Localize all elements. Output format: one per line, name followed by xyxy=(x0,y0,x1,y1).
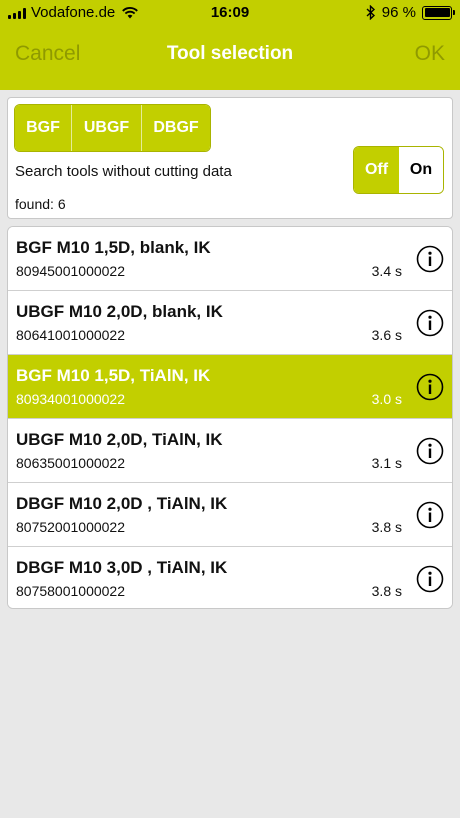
navigation-bar: Cancel Tool selection OK xyxy=(0,36,460,72)
segment-bgf[interactable]: BGF xyxy=(15,105,72,151)
toggle-off-option[interactable]: Off xyxy=(354,147,399,193)
tool-row[interactable]: UBGF M10 2,0D, blank, IK 80641001000022 3.… xyxy=(8,291,452,355)
ok-button[interactable]: OK xyxy=(415,42,445,66)
info-icon[interactable] xyxy=(416,501,444,529)
tool-article-number: 80758001000022 xyxy=(16,583,126,599)
tool-name: DBGF M10 3,0D , TiAlN, IK xyxy=(16,558,228,577)
tool-name: UBGF M10 2,0D, blank, IK xyxy=(16,302,223,321)
segment-dbgf[interactable]: DBGF xyxy=(142,105,210,151)
tool-time: 3.4 s xyxy=(371,263,402,279)
tool-row[interactable]: BGF M10 1,5D, blank, IK 80945001000022 3.4… xyxy=(8,227,452,291)
segment-ubgf[interactable]: UBGF xyxy=(72,105,142,151)
tool-article-number: 80635001000022 xyxy=(16,455,126,471)
tool-type-segmented-control: BGF UBGF DBGF xyxy=(14,104,211,152)
status-bar: Vodafone.de 16:09 96 % xyxy=(0,0,460,26)
toggle-on-option[interactable]: On xyxy=(399,147,443,193)
tool-time: 3.6 s xyxy=(371,327,402,343)
tool-time: 3.8 s xyxy=(371,519,402,535)
tool-row[interactable]: BGF M10 1,5D, TiAlN, IK 80934001000022 3.0… xyxy=(8,355,452,419)
info-icon[interactable] xyxy=(416,245,444,273)
battery-icon xyxy=(422,5,455,20)
info-icon[interactable] xyxy=(416,437,444,465)
tool-time: 3.0 s xyxy=(371,391,402,407)
found-count: found: 6 xyxy=(15,196,66,212)
tool-list: BGF M10 1,5D, blank, IK 80945001000022 3.4… xyxy=(7,226,453,609)
tool-time: 3.1 s xyxy=(371,455,402,471)
cancel-button[interactable]: Cancel xyxy=(15,42,80,66)
tool-article-number: 80641001000022 xyxy=(16,327,126,343)
tool-name: BGF M10 1,5D, TiAlN, IK xyxy=(16,366,211,385)
tool-article-number: 80934001000022 xyxy=(16,391,126,407)
bluetooth-icon xyxy=(366,5,375,20)
header: Vodafone.de 16:09 96 % Cancel Tool selec… xyxy=(0,0,460,90)
tool-row[interactable]: DBGF M10 3,0D , TiAlN, IK 80758001000022 3… xyxy=(8,547,452,608)
info-icon[interactable] xyxy=(416,309,444,337)
tool-name: UBGF M10 2,0D, TiAlN, IK xyxy=(16,430,223,449)
info-icon[interactable] xyxy=(416,373,444,401)
tool-name: DBGF M10 2,0D , TiAlN, IK xyxy=(16,494,228,513)
filter-panel: BGF UBGF DBGF Search tools without cutti… xyxy=(7,97,453,219)
tool-article-number: 80945001000022 xyxy=(16,263,126,279)
tool-name: BGF M10 1,5D, blank, IK xyxy=(16,238,211,257)
tool-row[interactable]: DBGF M10 2,0D , TiAlN, IK 80752001000022 3… xyxy=(8,483,452,547)
search-without-cutting-data-label: Search tools without cutting data xyxy=(15,163,232,180)
battery-percent: 96 % xyxy=(381,4,416,21)
tool-row[interactable]: UBGF M10 2,0D, TiAlN, IK 80635001000022 3.… xyxy=(8,419,452,483)
tool-article-number: 80752001000022 xyxy=(16,519,126,535)
cutting-data-toggle[interactable]: Off On xyxy=(353,146,444,194)
info-icon[interactable] xyxy=(416,565,444,593)
tool-time: 3.8 s xyxy=(371,583,402,599)
